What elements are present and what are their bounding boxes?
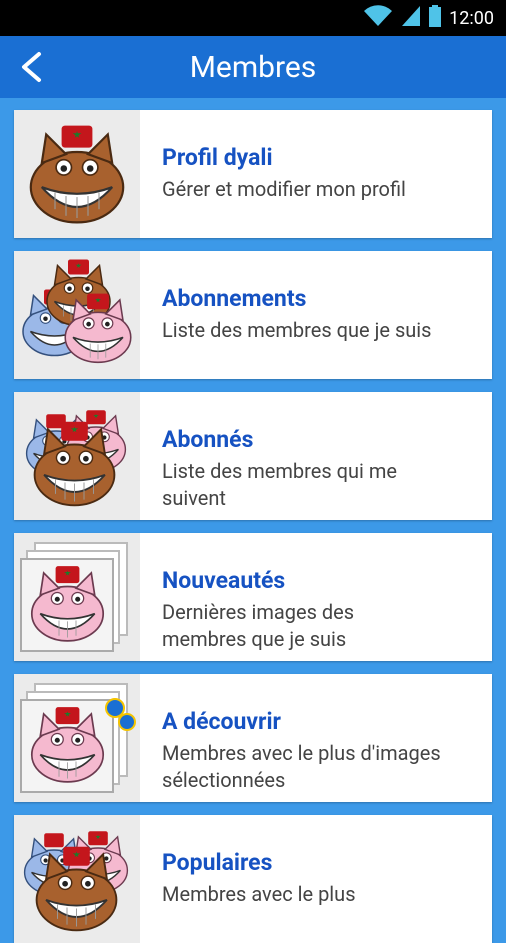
back-arrow-icon [22, 52, 41, 82]
menu-item-title: Abonnés [162, 426, 254, 453]
menu-item-title: Populaires [162, 849, 273, 876]
signal-icon [401, 5, 421, 32]
stacked-photos-avatar [14, 533, 140, 661]
cat-group-avatar [14, 815, 140, 943]
menu-item-description: Gérer et modifier mon profil [162, 177, 406, 201]
app-bar: Membres [0, 36, 506, 98]
menu-item-title: Nouveautés [162, 567, 286, 594]
menu-item-nouveautes[interactable]: Nouveautés Dernières images des membres … [14, 533, 492, 661]
cat-group-avatar [14, 392, 140, 520]
menu-item-description: Membres avec le plus [162, 882, 356, 906]
menu-item-title: A découvrir [162, 708, 281, 735]
menu-item-title: Abonnements [162, 285, 307, 312]
menu-item-profil-dyali[interactable]: Profil dyali Gérer et modifier mon profi… [14, 110, 492, 238]
menu-item-populaires[interactable]: Populaires Membres avec le plus [14, 815, 492, 943]
single-cat-avatar [14, 110, 140, 238]
back-button[interactable] [6, 43, 58, 91]
menu-item-abonnes[interactable]: Abonnés Liste des membres qui me suivent [14, 392, 492, 520]
battery-icon [429, 4, 442, 32]
menu-item-description: Membres avec le plus d'images sélectionn… [162, 741, 441, 792]
cat-group-avatar [14, 251, 140, 379]
menu-item-description: Liste des membres qui me suivent [162, 459, 397, 510]
page-title: Membres [189, 49, 317, 85]
stacked-photos-avatar [14, 674, 140, 802]
status-bar: 12:00 [0, 0, 506, 36]
menu-item-title: Profil dyali [162, 144, 273, 171]
menu-item-description: Dernières images des membres que je suis [162, 600, 355, 651]
menu-item-description: Liste des membres que je suis [162, 318, 432, 342]
menu-item-a-decouvrir[interactable]: A découvrir Membres avec le plus d'image… [14, 674, 492, 802]
clock: 12:00 [449, 7, 494, 29]
wifi-icon [363, 4, 393, 32]
menu-item-abonnements[interactable]: Abonnements Liste des membres que je sui… [14, 251, 492, 379]
